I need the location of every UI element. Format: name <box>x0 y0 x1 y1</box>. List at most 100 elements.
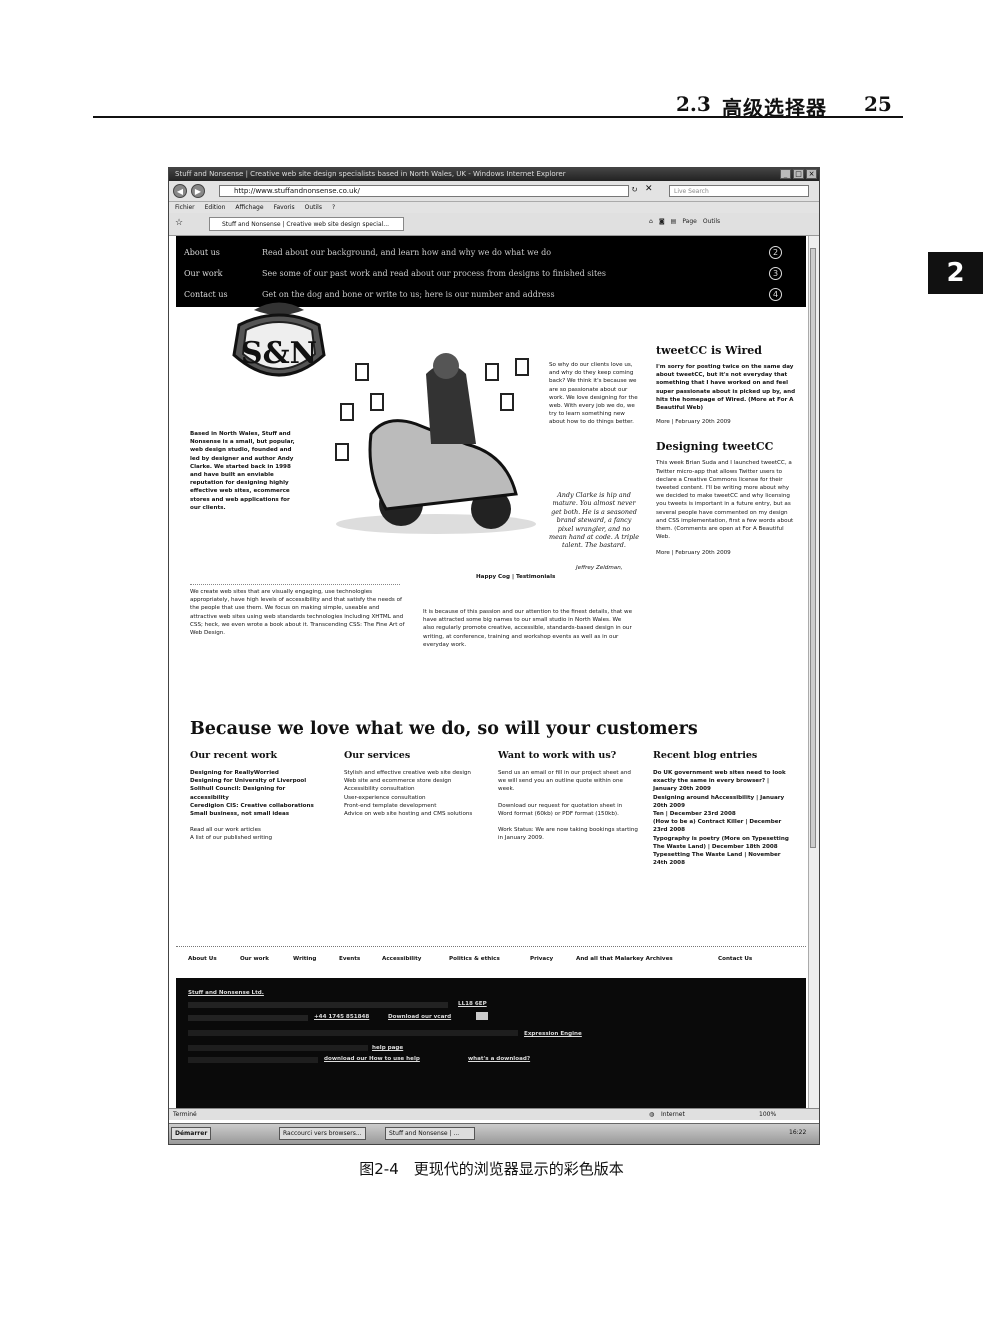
taskbar-item[interactable]: Raccourci vers browsers... <box>279 1127 366 1140</box>
help-page-link[interactable]: help page <box>372 1045 403 1051</box>
back-icon[interactable]: ◀ <box>173 184 187 198</box>
nav-description: Get on the dog and bone or write to us; … <box>262 290 555 299</box>
browser-tab[interactable]: Stuff and Nonsense | Creative web site d… <box>209 217 404 231</box>
forward-icon[interactable]: ▶ <box>191 184 205 198</box>
nav-row-work[interactable]: Our work See some of our past work and r… <box>176 267 806 287</box>
footer-link[interactable]: Contact Us <box>718 956 752 962</box>
service-item: Stylish and effective creative web site … <box>344 770 471 776</box>
blog-entry[interactable]: Typography is poetry (More on Typesettin… <box>653 835 793 851</box>
refresh-icon[interactable]: ↻ <box>631 185 638 194</box>
book-page-header: 2.3 高级选择器 25 <box>0 0 983 140</box>
footer-link[interactable]: And all that Malarkey Archives <box>576 956 673 962</box>
nav-label[interactable]: About us <box>184 248 220 257</box>
work-status: Work Status: We are now taking bookings … <box>498 827 638 842</box>
service-item: User-experience consultation <box>344 794 426 801</box>
menu-item[interactable]: Fichier <box>175 202 195 213</box>
nav-row-about[interactable]: About us Read about our background, and … <box>176 246 806 266</box>
blog-entry[interactable]: Designing around hAccessibility | Januar… <box>653 794 793 810</box>
start-button[interactable]: Démarrer <box>171 1127 212 1140</box>
tools-menu[interactable]: Outils <box>703 218 720 225</box>
footer-link[interactable]: Politics & ethics <box>449 956 500 962</box>
menu-bar: Fichier Edition Affichage Favoris Outils… <box>169 202 819 213</box>
post-title[interactable]: tweetCC is Wired <box>656 344 796 357</box>
logo-text: S&N <box>241 336 317 371</box>
work-link[interactable]: Small business, not small ideas <box>190 810 325 818</box>
work-with-us-column: Want to work with us? Send us an email o… <box>498 750 638 842</box>
browser-window: Stuff and Nonsense | Creative web site d… <box>168 167 820 1145</box>
writing-link[interactable]: A list of our published writing <box>190 834 325 842</box>
post-meta[interactable]: More | February 20th 2009 <box>656 418 796 426</box>
work-link[interactable]: Designing for University of Liverpool <box>190 777 325 785</box>
status-text: Terminé <box>173 1111 197 1118</box>
scooter-illustration <box>335 353 536 534</box>
why-paragraph: So why do our clients love us, and why d… <box>549 362 638 426</box>
testimonials-link[interactable]: Happy Cog | Testimonials <box>476 573 555 581</box>
footer-link[interactable]: Events <box>339 956 360 962</box>
service-item: Advice on web site hosting and CMS solut… <box>344 811 473 818</box>
work-link[interactable]: Ceredigion CIS: Creative collaborations <box>190 802 325 810</box>
download-info-link[interactable]: what's a download? <box>468 1056 530 1062</box>
download-text-blurred <box>188 1057 318 1063</box>
nav-number: 3 <box>769 267 782 280</box>
postcode: LL18 6EP <box>458 1001 487 1007</box>
logo-emblem[interactable]: S&N <box>224 300 334 390</box>
expression-engine-link[interactable]: Expression Engine <box>524 1031 582 1037</box>
search-input[interactable]: Live Search <box>669 185 809 197</box>
stop-icon[interactable]: ✕ <box>645 184 653 194</box>
footer-link[interactable]: Accessibility <box>382 956 421 962</box>
globe-icon: ◍ <box>649 1111 655 1118</box>
download-paragraph: Download our request for quotation sheet… <box>498 802 623 817</box>
work-link[interactable]: Designing for ReallyWorried <box>190 769 325 777</box>
post-meta[interactable]: More | February 20th 2009 <box>656 549 796 557</box>
home-icon[interactable]: ⌂ <box>649 218 653 225</box>
menu-item[interactable]: ? <box>332 202 335 213</box>
website-viewport: About us Read about our background, and … <box>176 236 806 1108</box>
post-title[interactable]: Designing tweetCC <box>656 440 796 453</box>
scrollbar-thumb[interactable] <box>810 248 816 848</box>
phone-number: +44 1745 851848 <box>314 1014 370 1020</box>
help-text-blurred <box>188 1045 368 1051</box>
nav-number: 2 <box>769 246 782 259</box>
taskbar-item[interactable]: Stuff and Nonsense | ... <box>385 1127 475 1140</box>
feeds-icon[interactable]: ◙ <box>659 218 665 225</box>
section-number: 2.3 <box>676 92 711 116</box>
column-title: Recent blog entries <box>653 750 758 761</box>
footer-link[interactable]: Our work <box>240 956 269 962</box>
company-name[interactable]: Stuff and Nonsense Ltd. <box>188 990 264 996</box>
blog-entry[interactable]: Do UK government web sites need to look … <box>653 769 793 794</box>
contact-paragraph: Send us an email or fill in our project … <box>498 770 631 793</box>
footer-link[interactable]: About Us <box>188 956 217 962</box>
blog-entry[interactable]: Ten | December 23rd 2008 <box>653 810 793 818</box>
services-column: Our services Stylish and effective creat… <box>344 750 479 818</box>
zoom-level[interactable]: 100% <box>759 1109 776 1120</box>
menu-item[interactable]: Outils <box>305 202 322 213</box>
favorites-star-icon[interactable]: ☆ <box>175 218 183 228</box>
menu-item[interactable]: Affichage <box>235 202 263 213</box>
footer-link[interactable]: Writing <box>293 956 316 962</box>
quote-author: Jeffrey Zeldman, <box>576 565 623 571</box>
menu-item[interactable]: Edition <box>205 202 226 213</box>
menu-item[interactable]: Favoris <box>274 202 295 213</box>
system-clock: 16:22 <box>789 1129 807 1136</box>
footer-link[interactable]: Privacy <box>530 956 553 962</box>
blog-entry[interactable]: Typesetting The Waste Land | November 24… <box>653 851 793 867</box>
url-input[interactable]: http://www.stuffandnonsense.co.uk/ <box>219 185 629 197</box>
nav-label[interactable]: Our work <box>184 269 222 278</box>
service-item: Web site and ecommerce store design <box>344 778 452 785</box>
page-menu[interactable]: Page <box>682 218 697 225</box>
work-link[interactable]: Solihull Council: Designing for accessib… <box>190 785 325 801</box>
nav-label[interactable]: Contact us <box>184 290 228 299</box>
header-rule <box>93 116 903 118</box>
maximize-icon[interactable]: □ <box>793 169 804 179</box>
column-title: Our services <box>344 750 411 761</box>
status-bar: Terminé ◍ Internet 100% <box>169 1108 819 1120</box>
read-all-link[interactable]: Read all our work articles <box>190 826 325 834</box>
blog-entry[interactable]: (How to be a) Contract Killer | December… <box>653 818 793 834</box>
vcard-icon[interactable] <box>476 1012 488 1020</box>
print-icon[interactable]: ▤ <box>671 218 677 225</box>
vcard-link[interactable]: Download our vcard <box>388 1014 451 1020</box>
howto-link[interactable]: download our How to use help <box>324 1056 420 1062</box>
minimize-icon[interactable]: _ <box>780 169 791 179</box>
close-icon[interactable]: × <box>806 169 817 179</box>
passion-paragraph: It is because of this passion and our at… <box>423 609 633 648</box>
